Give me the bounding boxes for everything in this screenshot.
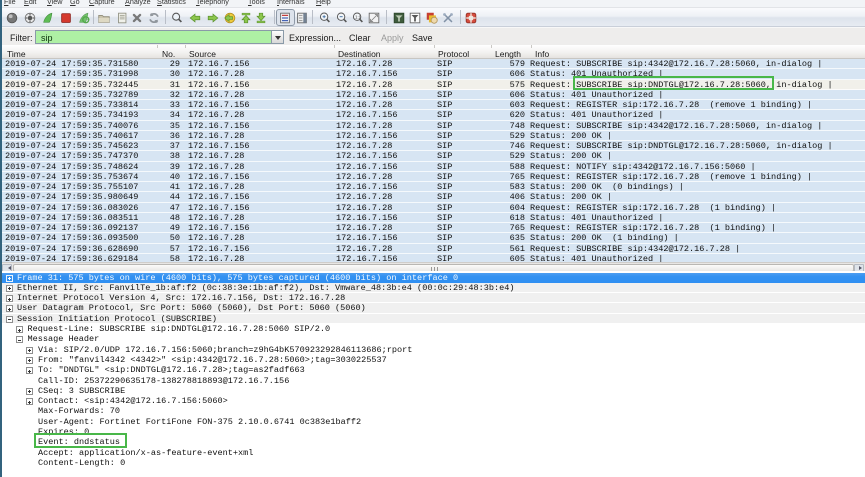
svg-text:1:1: 1:1 <box>355 15 362 20</box>
